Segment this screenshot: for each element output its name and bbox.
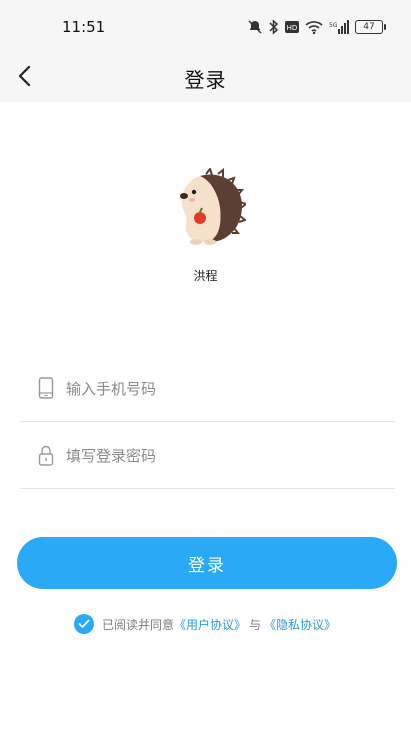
- hd-icon: HD: [285, 21, 299, 33]
- signal-5g-icon: 5G: [329, 20, 349, 34]
- hedgehog-logo: [180, 168, 246, 245]
- status-bar: 11:51 HD 5G 47: [0, 0, 411, 50]
- lock-icon: [38, 445, 54, 466]
- svg-text:5G: 5G: [329, 22, 338, 29]
- nav-bar: 登录: [0, 50, 411, 102]
- agreement-row: 已阅读并同意 《用户协议》 与 《隐私协议》: [74, 613, 336, 635]
- user-agreement-link[interactable]: 《用户协议》: [174, 616, 246, 633]
- svg-text:HD: HD: [287, 24, 298, 32]
- password-field: [20, 422, 395, 489]
- agreement-prefix: 已阅读并同意: [102, 617, 175, 632]
- mute-bell-icon: [248, 20, 262, 34]
- phone-field: [20, 355, 395, 422]
- page-title: 登录: [184, 68, 227, 92]
- agreement-conjunction: 与: [249, 617, 262, 632]
- check-icon: [78, 619, 90, 628]
- bluetooth-icon: [269, 19, 279, 35]
- password-input[interactable]: [64, 440, 388, 472]
- agree-checkbox[interactable]: [74, 614, 94, 634]
- login-button[interactable]: 登录: [17, 537, 397, 589]
- app-name: 洪程: [193, 269, 218, 283]
- wifi-icon: [305, 21, 323, 34]
- battery-icon: 47: [355, 20, 386, 34]
- phone-icon: [38, 377, 54, 399]
- privacy-agreement-link[interactable]: 《隐私协议》: [264, 616, 336, 633]
- status-icons: HD 5G 47: [247, 18, 386, 36]
- phone-input[interactable]: [64, 373, 388, 405]
- status-time: 11:51: [62, 18, 106, 36]
